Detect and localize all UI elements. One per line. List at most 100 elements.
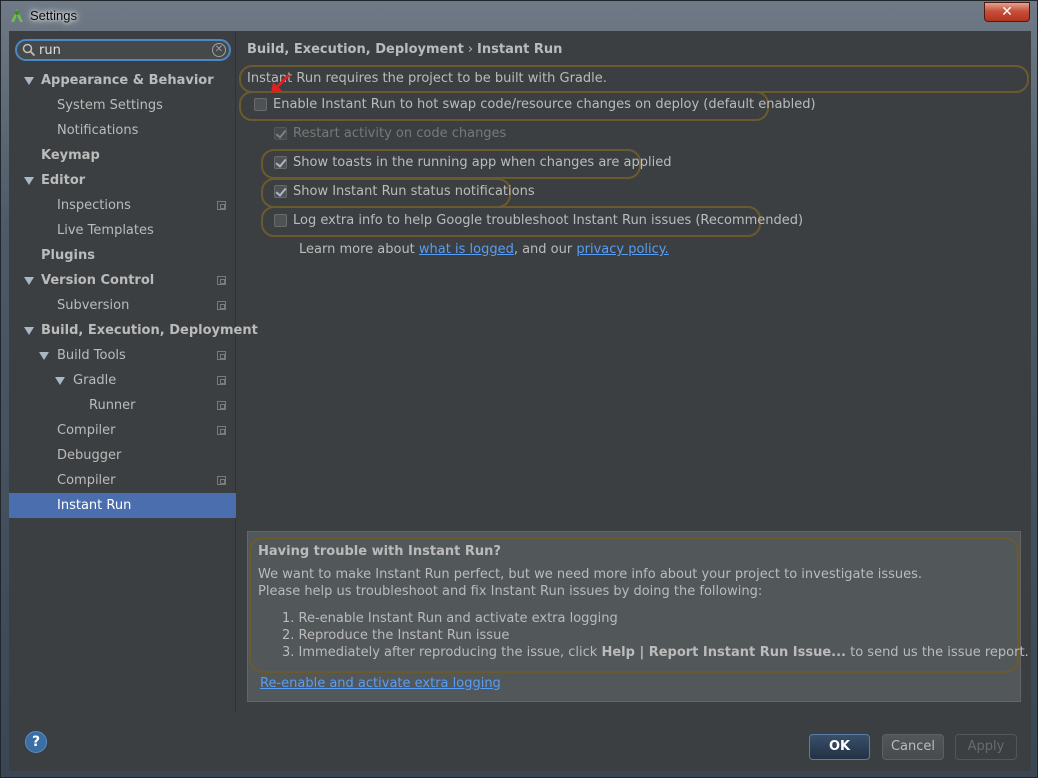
search-input[interactable]: run xyxy=(39,43,61,58)
learn-more-text: Learn more about what is logged, and our… xyxy=(299,242,669,257)
tree-item-subversion[interactable]: Subversion xyxy=(9,293,236,318)
project-scope-icon xyxy=(217,476,226,485)
help-button[interactable]: ? xyxy=(25,731,47,753)
project-scope-icon xyxy=(217,426,226,435)
tree-item-keymap[interactable]: Keymap xyxy=(9,143,236,168)
expand-arrow-icon[interactable] xyxy=(55,377,65,385)
close-icon: ✕ xyxy=(1001,4,1013,20)
gradle-requirement-text: Instant Run requires the project to be b… xyxy=(247,71,607,86)
enable-instant-run-checkbox[interactable] xyxy=(254,98,267,111)
clear-search-icon[interactable]: ✕ xyxy=(212,43,226,57)
tree-item-label: Compiler xyxy=(57,423,116,438)
tree-item-label: Appearance & Behavior xyxy=(41,73,214,88)
android-studio-icon xyxy=(9,8,25,24)
tree-item-label: Notifications xyxy=(57,123,139,138)
expand-arrow-icon[interactable] xyxy=(24,327,34,335)
status-notifications-label[interactable]: Show Instant Run status notifications xyxy=(293,184,535,199)
breadcrumb-separator: › xyxy=(467,42,474,57)
expand-arrow-icon[interactable] xyxy=(39,352,49,360)
expand-arrow-icon[interactable] xyxy=(24,277,34,285)
enable-instant-run-label[interactable]: Enable Instant Run to hot swap code/reso… xyxy=(273,97,816,112)
tree-item-label: Subversion xyxy=(57,298,130,313)
panel-title: Having trouble with Instant Run? xyxy=(258,544,501,559)
tree-item-inspections[interactable]: Inspections xyxy=(9,193,236,218)
apply-button[interactable]: Apply xyxy=(955,734,1017,760)
settings-window: Settings ✕ run ✕ Appearance & Behavior S… xyxy=(0,0,1038,778)
tree-item-build-execution-deployment[interactable]: Build, Execution, Deployment xyxy=(9,318,258,343)
settings-sidebar: run ✕ Appearance & Behavior System Setti… xyxy=(9,31,258,713)
dialog-client: run ✕ Appearance & Behavior System Setti… xyxy=(9,31,1031,771)
panel-text-line: We want to make Instant Run perfect, but… xyxy=(258,567,923,582)
tree-item-notifications[interactable]: Notifications xyxy=(9,118,236,143)
panel-step-2: 2. Reproduce the Instant Run issue xyxy=(282,628,510,643)
tree-item-label: Gradle xyxy=(73,373,117,388)
tree-item-instant-run[interactable]: Instant Run xyxy=(9,493,236,518)
tree-item-debugger[interactable]: Debugger xyxy=(9,443,236,468)
project-scope-icon xyxy=(217,401,226,410)
learn-more-prefix: Learn more about xyxy=(299,242,419,257)
dialog-button-bar: ? OK Cancel Apply xyxy=(9,713,1031,771)
panel-step-1: 1. Re-enable Instant Run and activate ex… xyxy=(282,611,618,626)
tree-item-gradle[interactable]: Gradle xyxy=(9,368,236,393)
tree-item-runner[interactable]: Runner xyxy=(9,393,236,418)
annotation-arrow-icon xyxy=(271,73,291,93)
learn-more-mid: , and our xyxy=(513,242,577,257)
tree-item-live-templates[interactable]: Live Templates xyxy=(9,218,236,243)
show-toasts-checkbox[interactable] xyxy=(274,156,287,169)
tree-item-label: Build Tools xyxy=(57,348,126,363)
step-3-prefix: 3. Immediately after reproducing the iss… xyxy=(282,645,602,660)
step-3-suffix: to send us the issue report. xyxy=(845,645,1029,660)
ok-button[interactable]: OK xyxy=(809,734,870,760)
tree-item-label: Plugins xyxy=(41,248,95,263)
cancel-button[interactable]: Cancel xyxy=(882,734,944,760)
settings-content: Build, Execution, Deployment › Instant Run… xyxy=(237,31,1031,713)
search-field[interactable]: run ✕ xyxy=(15,39,231,61)
show-toasts-label[interactable]: Show toasts in the running app when chan… xyxy=(293,155,671,170)
project-scope-icon xyxy=(217,201,226,210)
log-extra-info-label[interactable]: Log extra info to help Google troublesho… xyxy=(293,213,803,228)
tree-item-label: Instant Run xyxy=(57,498,132,513)
tree-item-editor[interactable]: Editor xyxy=(9,168,236,193)
panel-text-line: Please help us troubleshoot and fix Inst… xyxy=(258,584,763,599)
settings-tree: Appearance & Behavior System Settings No… xyxy=(9,68,258,518)
reenable-logging-link[interactable]: Re-enable and activate extra logging xyxy=(260,676,501,691)
tree-item-version-control[interactable]: Version Control xyxy=(9,268,236,293)
project-scope-icon xyxy=(217,376,226,385)
tree-item-label: Compiler xyxy=(57,473,116,488)
tree-item-appearance-behavior[interactable]: Appearance & Behavior xyxy=(9,68,236,93)
report-issue-menu-path: Help | Report Instant Run Issue... xyxy=(601,645,846,660)
tree-item-compiler-build-tools[interactable]: Compiler xyxy=(9,418,236,443)
breadcrumb-parent: Build, Execution, Deployment xyxy=(247,42,464,57)
breadcrumb: Build, Execution, Deployment › Instant Run xyxy=(247,42,562,57)
troubleshoot-panel: Having trouble with Instant Run? We want… xyxy=(247,531,1029,702)
restart-activity-checkbox xyxy=(274,127,287,140)
log-extra-info-checkbox[interactable] xyxy=(274,214,287,227)
status-notifications-checkbox[interactable] xyxy=(274,185,287,198)
restart-activity-label: Restart activity on code changes xyxy=(293,126,507,141)
tree-item-label: Keymap xyxy=(41,148,100,163)
tree-item-system-settings[interactable]: System Settings xyxy=(9,93,236,118)
tree-item-label: Build, Execution, Deployment xyxy=(41,323,258,338)
search-icon xyxy=(22,43,36,57)
tree-item-label: System Settings xyxy=(57,98,163,113)
panel-step-3: 3. Immediately after reproducing the iss… xyxy=(282,645,1029,660)
tree-item-plugins[interactable]: Plugins xyxy=(9,243,236,268)
tree-item-label: Runner xyxy=(89,398,136,413)
tree-item-label: Inspections xyxy=(57,198,131,213)
tree-item-label: Debugger xyxy=(57,448,122,463)
privacy-policy-link[interactable]: privacy policy. xyxy=(576,242,668,257)
what-is-logged-link[interactable]: what is logged xyxy=(419,242,514,257)
tree-item-build-tools[interactable]: Build Tools xyxy=(9,343,236,368)
title-bar: Settings ✕ xyxy=(1,1,1037,30)
window-title: Settings xyxy=(30,8,77,23)
tree-item-compiler[interactable]: Compiler xyxy=(9,468,236,493)
project-scope-icon xyxy=(217,301,226,310)
expand-arrow-icon[interactable] xyxy=(24,177,34,185)
tree-item-label: Version Control xyxy=(41,273,155,288)
tree-item-label: Live Templates xyxy=(57,223,154,238)
project-scope-icon xyxy=(217,351,226,360)
expand-arrow-icon[interactable] xyxy=(24,77,34,85)
project-scope-icon xyxy=(217,276,226,285)
close-button[interactable]: ✕ xyxy=(984,2,1030,22)
tree-item-label: Editor xyxy=(41,173,86,188)
